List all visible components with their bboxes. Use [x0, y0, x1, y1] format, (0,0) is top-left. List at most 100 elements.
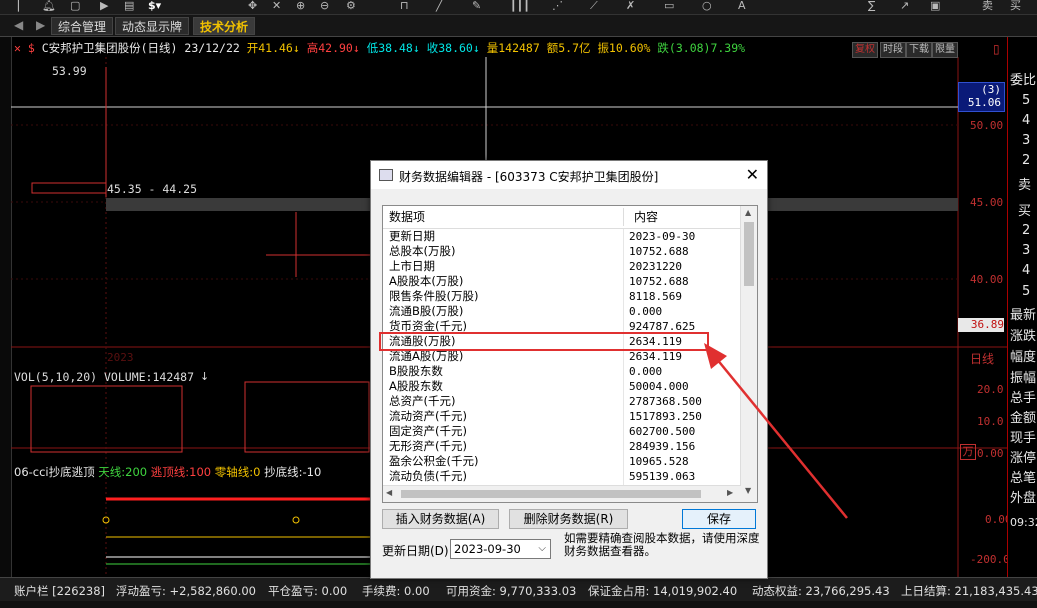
adjust-button[interactable]: 复权 — [852, 42, 878, 58]
tab-dynamic-board[interactable]: 动态显示牌 — [115, 17, 190, 35]
row-value[interactable]: 2634.119 — [629, 349, 682, 364]
total-hand-label: 总手 — [1010, 391, 1037, 406]
dollar-icon[interactable]: $▾ — [148, 0, 161, 12]
row-value[interactable]: 0.000 — [629, 304, 662, 319]
indicator-bottom-line: 抄底线:-10 — [264, 465, 322, 479]
indicator-dot-2 — [292, 516, 300, 524]
brush-icon[interactable]: ⋰ — [552, 0, 563, 12]
table-row[interactable]: 无形资产(千元) 284939.156 — [383, 439, 741, 454]
close-icon[interactable]: ✕ — [746, 165, 759, 184]
row-value[interactable]: 10752.688 — [629, 274, 689, 289]
account-label[interactable]: 账户栏 [226238] — [14, 583, 105, 599]
zoom-out-icon[interactable]: ⊖ — [320, 0, 329, 12]
period-button[interactable]: 时段 — [880, 42, 906, 58]
row-value[interactable]: 10965.528 — [629, 454, 689, 469]
circle-icon[interactable]: ○ — [702, 0, 712, 12]
scrollbar-thumb[interactable] — [744, 222, 754, 286]
table-row[interactable]: 流通A股(万股) 2634.119 — [383, 349, 741, 364]
tab-technical-analysis[interactable]: 技术分析 — [193, 17, 256, 35]
table-row[interactable]: B股股东数 0.000 — [383, 364, 741, 379]
update-date-picker[interactable]: 2023-09-30 ⌵ — [450, 539, 551, 559]
rect-icon[interactable]: ▭ — [664, 0, 674, 12]
highlight-box — [379, 332, 709, 351]
lock-icon[interactable]: ⊓ — [400, 0, 409, 12]
cross-icon[interactable]: ✕ — [272, 0, 281, 12]
price-badge-value: 51.06 — [967, 96, 1001, 109]
table-row[interactable]: 限售条件股(万股) 8118.569 — [383, 289, 741, 304]
limit-button[interactable]: 限量 — [932, 42, 958, 58]
scroll-down-icon[interactable]: ▼ — [745, 486, 751, 495]
row-item: 流动资产(千元) — [389, 409, 467, 423]
insert-financial-data-button[interactable]: 插入财务数据(A) — [382, 509, 499, 529]
save-button[interactable]: 保存 — [682, 509, 756, 529]
row-value[interactable]: 2023-09-30 — [629, 229, 695, 244]
vertical-scrollbar[interactable]: ▲ — [740, 206, 757, 486]
row-value[interactable]: 50004.000 — [629, 379, 689, 394]
pointer-icon[interactable]: ▏ — [18, 0, 26, 12]
limit-up-label: 涨停 — [1010, 451, 1037, 466]
column-header-item[interactable]: 数据项 — [389, 206, 426, 228]
h-scrollbar-thumb[interactable] — [401, 490, 701, 498]
table-row[interactable]: 流动负债(千元) 595139.063 — [383, 469, 741, 484]
horizontal-scrollbar[interactable]: ◀ ▶ — [383, 485, 741, 502]
table-row[interactable]: 流通B股(万股) 0.000 — [383, 304, 741, 319]
volume-axis-0: 0.00 — [977, 447, 1004, 460]
row-value[interactable]: 8118.569 — [629, 289, 682, 304]
row-value[interactable]: 602700.500 — [629, 424, 695, 439]
sigma-icon[interactable]: ∑ — [868, 0, 875, 12]
tab-overview[interactable]: 综合管理 — [51, 17, 114, 35]
table-row[interactable]: A股股本(万股) 10752.688 — [383, 274, 741, 289]
maximize-icon[interactable]: ▯ — [993, 42, 1000, 56]
row-value[interactable]: 284939.156 — [629, 439, 695, 454]
table-row[interactable]: 上市日期 20231220 — [383, 259, 741, 274]
doc-icon[interactable]: ▤ — [124, 0, 134, 12]
table-row[interactable]: 总资产(千元) 2787368.500 — [383, 394, 741, 409]
move-icon[interactable]: ✥ — [248, 0, 257, 12]
window2-icon[interactable]: ▣ — [930, 0, 940, 12]
bell-icon[interactable]: 🔔︎ — [42, 0, 56, 12]
chart-title: C安邦护卫集团股份(日线) 23/12/22 — [41, 41, 240, 55]
high-price-label: 53.99 — [52, 64, 87, 78]
order-book-panel: 委比 5 4 3 2 卖 买 2 3 4 5 最新 涨跌 幅度 振幅 总手 金额… — [1007, 37, 1037, 577]
bars-icon[interactable]: ┃┃┃ — [510, 0, 530, 12]
shape-icon[interactable]: ✗ — [626, 0, 635, 12]
scroll-right-icon[interactable]: ▶ — [727, 488, 733, 497]
hint-text: 如需要精确查阅股本数据，请使用深度财务数据查看器。 — [564, 531, 760, 558]
row-value[interactable]: 1517893.250 — [629, 409, 702, 424]
outer-disk-label: 外盘 — [1010, 491, 1037, 506]
table-row[interactable]: 更新日期 2023-09-30 — [383, 229, 741, 244]
close-chart-icon[interactable]: ✕ $ — [14, 41, 42, 55]
scroll-left-icon[interactable]: ◀ — [386, 488, 392, 497]
play-icon[interactable]: ▶ — [100, 0, 108, 12]
zoom-in-icon[interactable]: ⊕ — [296, 0, 305, 12]
column-header-content[interactable]: 内容 — [634, 206, 659, 228]
text-icon[interactable]: A — [738, 0, 746, 12]
download-button[interactable]: 下载 — [906, 42, 932, 58]
buy-level-5: 5 — [1022, 284, 1031, 299]
financial-data-grid[interactable]: 数据项 内容 更新日期 2023-09-30 总股本(万股) 10752.688 上… — [382, 205, 758, 503]
tool-icon[interactable]: ⟋ — [590, 0, 598, 12]
table-row[interactable]: 流动资产(千元) 1517893.250 — [383, 409, 741, 424]
delete-financial-data-button[interactable]: 删除财务数据(R) — [509, 509, 628, 529]
row-value[interactable]: 2787368.500 — [629, 394, 702, 409]
line-icon[interactable]: ╱ — [436, 0, 443, 12]
row-value[interactable]: 595139.063 — [629, 469, 695, 484]
table-row[interactable]: A股股东数 50004.000 — [383, 379, 741, 394]
chevron-down-icon[interactable]: ⌵ — [538, 540, 546, 558]
trend-icon[interactable]: ↗ — [900, 0, 909, 12]
row-value[interactable]: 20231220 — [629, 259, 682, 274]
window-icon[interactable]: ▢ — [70, 0, 80, 12]
row-value[interactable]: 10752.688 — [629, 244, 689, 259]
tab-scroll-right-icon[interactable]: ▶ — [36, 18, 45, 32]
table-row[interactable]: 总股本(万股) 10752.688 — [383, 244, 741, 259]
table-row[interactable]: 盈余公积金(千元) 10965.528 — [383, 454, 741, 469]
dialog-title-bar[interactable]: 财务数据编辑器 - [603373 C安邦护卫集团股份] ✕ — [371, 161, 767, 189]
table-row[interactable]: 固定资产(千元) 602700.500 — [383, 424, 741, 439]
row-value[interactable]: 0.000 — [629, 364, 662, 379]
tab-scroll-left-icon[interactable]: ◀ — [14, 18, 23, 32]
sell-label[interactable]: 卖 — [982, 0, 993, 12]
pen-icon[interactable]: ✎ — [472, 0, 481, 12]
buy-label[interactable]: 买 — [1010, 0, 1021, 12]
gear-icon[interactable]: ⚙ — [346, 0, 356, 12]
scroll-up-icon[interactable]: ▲ — [745, 208, 751, 217]
